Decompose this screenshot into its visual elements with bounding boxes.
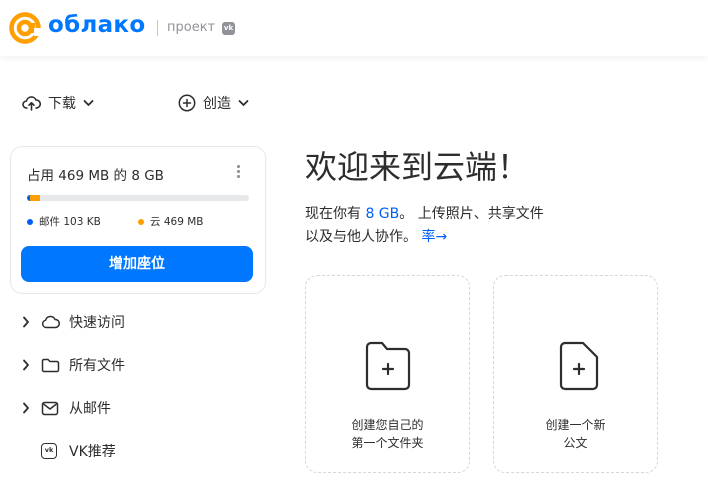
welcome-title: 欢迎来到云端！ [305,148,530,186]
cloud-icon [41,315,61,329]
cloud-dot-icon [138,218,144,225]
legend-cloud: 云 469 MB [138,214,203,229]
storage-card: 占用 469 MB 的 8 GB 邮件 103 KB 云 469 MB 增加座位 [10,146,266,294]
vk-badge-icon: vk [222,22,235,35]
plus-circle-icon [178,94,196,112]
create-label: 创造 [203,96,231,112]
project-label: проект [167,20,216,35]
tile-label-line: 创建一个新 [545,418,606,432]
welcome-text-part: 以及与他人协作。 [305,229,422,245]
folder-plus-icon [365,341,411,391]
chevron-down-icon [83,100,94,106]
storage-progress-bar [27,195,249,201]
welcome-text-part: 。 上传照片、共享文件 [399,206,544,222]
app-header: облако проект vk [0,0,708,56]
create-document-label: 创建一个新 公文 [494,416,657,452]
more-link[interactable]: 率→ [421,229,447,245]
mail-icon [41,401,61,416]
legend-mail: 邮件 103 KB [27,214,101,229]
tile-label-line: 公文 [563,436,588,450]
tile-label-line: 第一个文件夹 [351,436,424,450]
storage-amount: 8 GB [365,206,400,222]
chevron-right-icon[interactable] [22,316,34,328]
chevron-down-icon [238,100,249,106]
cloud-upload-icon [22,96,41,111]
more-options-icon[interactable] [237,165,241,179]
sidebar-item-label: 所有文件 [69,358,125,374]
vk-logo-icon: vk [41,443,57,459]
mail-dot-icon [27,218,33,225]
sidebar-item-label: 从邮件 [69,401,111,417]
cloud-usage-fill [30,195,40,201]
at-sign-logo-icon[interactable] [8,11,42,45]
folder-icon [41,358,61,373]
sidebar-item-from-mail[interactable]: 从邮件 [22,396,111,420]
download-button[interactable]: 下载 [22,92,94,114]
legend-mail-label: 邮件 103 KB [39,216,101,228]
sidebar-item-label: VK推荐 [69,444,116,460]
create-document-tile[interactable]: 创建一个新 公文 [493,275,658,473]
download-label: 下载 [48,96,76,112]
sidebar-item-vk-recommend[interactable]: vk VK推荐 [22,439,116,463]
create-folder-label: 创建您自己的 第一个文件夹 [306,416,469,452]
welcome-text-part: 现在你有 [305,206,366,222]
sidebar-item-quick-access[interactable]: 快速访问 [22,310,125,334]
vk-icon: vk [41,443,61,459]
create-button[interactable]: 创造 [178,92,249,114]
tile-label-line: 创建您自己的 [351,418,424,432]
logo-divider [157,20,158,36]
sidebar-item-all-files[interactable]: 所有文件 [22,353,125,377]
sidebar-item-label: 快速访问 [69,315,125,331]
welcome-description: 现在你有 8 GB。 上传照片、共享文件 以及与他人协作。 率→ [305,203,595,249]
add-seats-button[interactable]: 增加座位 [21,246,253,282]
legend-cloud-label: 云 469 MB [150,216,204,228]
create-folder-tile[interactable]: 创建您自己的 第一个文件夹 [305,275,470,473]
storage-usage-title: 占用 469 MB 的 8 GB [27,168,164,184]
chevron-right-icon[interactable] [22,402,34,414]
document-plus-icon [559,341,599,391]
logo-text[interactable]: облако [48,12,145,38]
chevron-right-icon[interactable] [22,359,34,371]
